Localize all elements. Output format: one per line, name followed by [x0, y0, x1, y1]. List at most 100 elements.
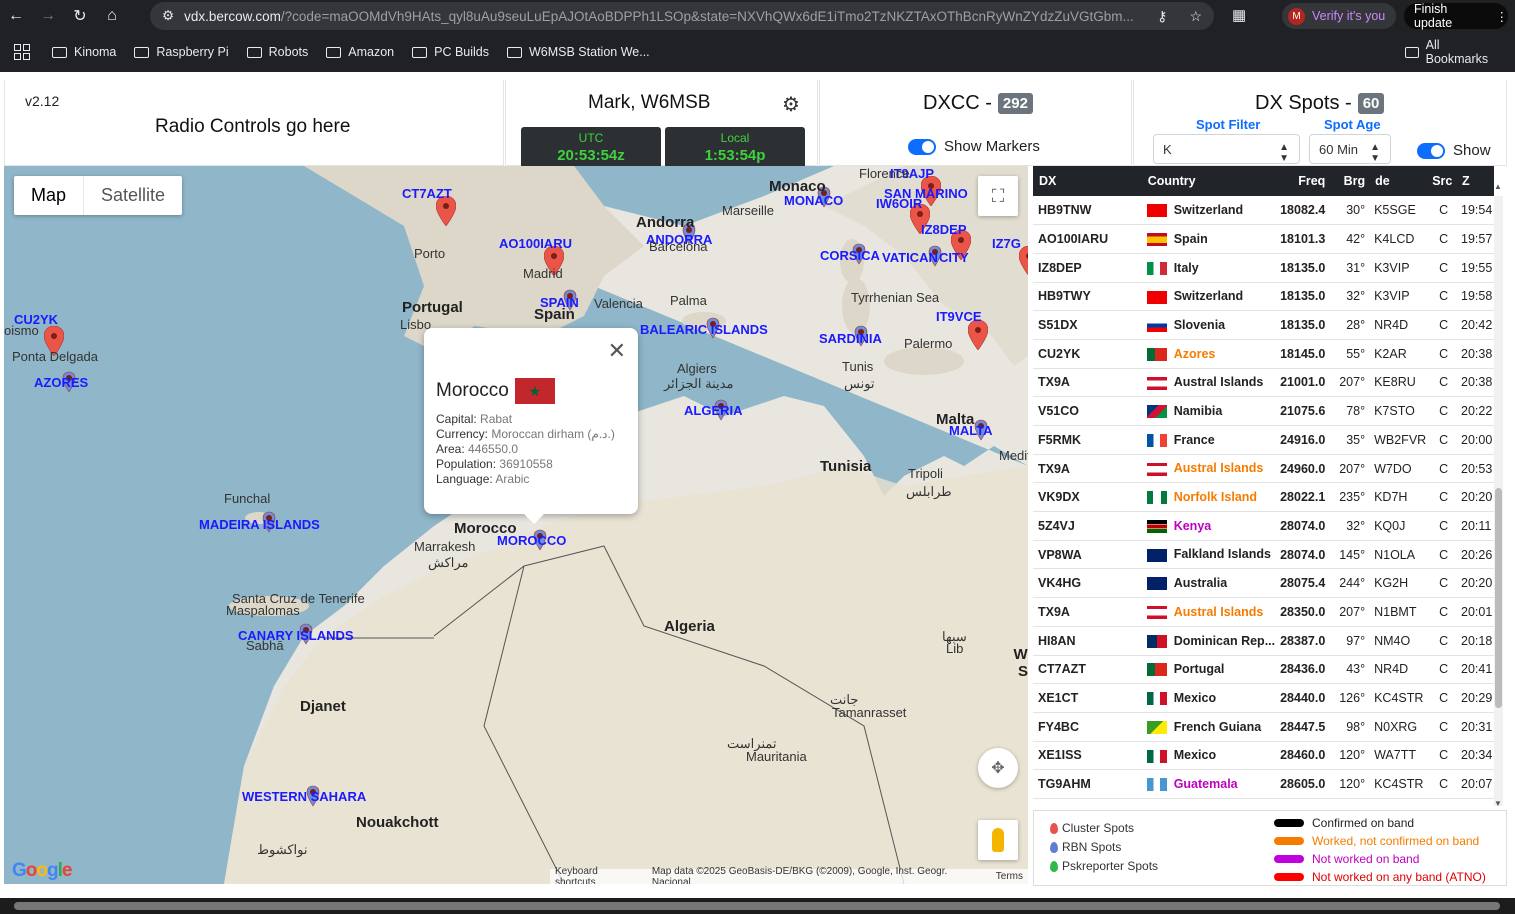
map-pin-label[interactable]: CITY [939, 250, 969, 265]
gear-icon[interactable]: ⚙ [782, 92, 800, 117]
dxcc-label: DXCC - [923, 92, 992, 114]
table-row[interactable]: V51CO Namibia 21075.6 78° K7STO C 20:22 [1033, 396, 1494, 426]
na-flag-icon [1146, 405, 1167, 419]
spot-age-select[interactable]: 60 Min ▲ ▼ [1309, 134, 1391, 164]
table-row[interactable]: VK9DX Norfolk Island 28022.1 235° KD7H C 20:20 [1033, 482, 1494, 513]
extensions-icon[interactable]: ▦ [1232, 6, 1246, 24]
table-row[interactable]: CU2YK Azores 18145.0 55° K2AR C 20:38 [1033, 339, 1494, 369]
map-pin-label[interactable]: WESTERN SAHARA [242, 789, 366, 804]
cluster-pin-icon[interactable] [968, 320, 988, 350]
close-icon[interactable]: ✕ [608, 338, 626, 364]
map-pin-label[interactable]: VATICAN [882, 250, 938, 265]
table-row[interactable]: HI8AN Dominican Rep... 28387.0 97° NM4O C 20:1… [1033, 626, 1494, 656]
map-pin-label[interactable]: AZORES [34, 375, 88, 390]
column-header-de[interactable]: de [1369, 166, 1427, 196]
map-pin-label[interactable]: SARDINIA [819, 331, 882, 346]
table-row[interactable]: IZ8DEP Italy 18135.0 31° K3VIP C 19:55 [1033, 253, 1494, 283]
table-row[interactable]: HB9TNW Switzerland 18082.4 30° K5SGE C 19:54 [1033, 196, 1494, 226]
finish-update-button[interactable]: Finish update ⋮ [1404, 2, 1509, 30]
table-row[interactable]: S51DX Slovenia 18135.0 28° NR4D C 20:42 [1033, 310, 1494, 340]
map-pin-label[interactable]: IZ8DEP [921, 222, 967, 237]
terms-link[interactable]: Terms [996, 871, 1023, 882]
country-cell: Mexico [1141, 683, 1276, 713]
spotter: KE8RU [1369, 368, 1427, 398]
home-icon[interactable]: ⌂ [96, 0, 128, 32]
table-row[interactable]: FY4BC French Guiana 28447.5 98° N0XRG C 20:31 [1033, 712, 1494, 742]
map-place-label: Florence [859, 166, 910, 181]
table-row[interactable]: HB9TWY Switzerland 18135.0 32° K3VIP C 19:58 [1033, 282, 1494, 312]
column-header-country[interactable]: Country [1141, 166, 1276, 196]
spots-scrollbar[interactable]: ▲ ▼ [1494, 182, 1503, 808]
table-row[interactable]: TX9A Austral Islands 21001.0 207° KE8RU C 20:3… [1033, 368, 1494, 398]
all-bookmarks[interactable]: All Bookmarks [1405, 38, 1497, 66]
spot-filter-select[interactable]: K ▲ ▼ [1153, 134, 1300, 164]
map[interactable]: Map Satellite ⛶ ✥ Google Keyboard shortc… [4, 166, 1028, 884]
fullscreen-icon[interactable]: ⛶ [978, 176, 1018, 216]
reload-icon[interactable]: ↻ [64, 0, 96, 32]
table-row[interactable]: XE1ISS Mexico 28460.0 120° WA7TT C 20:34 [1033, 741, 1494, 771]
map-place-label: Valencia [594, 296, 643, 311]
address-bar[interactable]: ⚙ vdx.bercow.com /?code=maOOMdVh9HAts_qy… [150, 2, 1214, 30]
country-name: Azores [1173, 346, 1216, 361]
column-header-src[interactable]: Src [1426, 166, 1457, 196]
country-info-popup: ✕ Morocco ★ Capital: Rabat Currency: Mor… [424, 328, 638, 524]
street-view-pegman-icon[interactable] [978, 820, 1018, 860]
scroll-thumb[interactable] [1495, 488, 1502, 708]
bookmark-robots[interactable]: Robots [246, 45, 308, 59]
table-row[interactable]: XE1CT Mexico 28440.0 126° KC4STR C 20:29 [1033, 683, 1494, 713]
map-pin-label[interactable]: MADEIRA ISLANDS [199, 517, 320, 532]
camera-control-icon[interactable]: ✥ [978, 748, 1018, 788]
map-attribution: Keyboard shortcuts Map data ©2025 GeoBas… [550, 866, 1028, 885]
bookmark-raspberry-pi[interactable]: Raspberry Pi [134, 45, 229, 59]
bookmark-label: Raspberry Pi [156, 45, 229, 59]
table-row[interactable]: TX9A Austral Islands 24960.0 207° W7DO C 20:53 [1033, 454, 1494, 484]
table-row[interactable]: AO100IARU Spain 18101.3 42° K4LCD C 19:57 [1033, 224, 1494, 254]
map-button[interactable]: Map [14, 176, 85, 215]
keyboard-shortcuts-link[interactable]: Keyboard shortcuts [555, 866, 640, 885]
dx-callsign: IZ8DEP [1033, 253, 1142, 283]
table-row[interactable]: VP8WA Falkland Islands 28074.0 145° N1OLA C 20… [1033, 540, 1494, 570]
column-header-z[interactable]: Z [1456, 166, 1494, 196]
scroll-thumb[interactable] [14, 902, 1500, 910]
table-row[interactable]: TG9AHM Guatemala 28605.0 120° KC4STR C 20:07 [1033, 769, 1494, 799]
scroll-down-icon[interactable]: ▼ [1494, 799, 1502, 808]
star-icon[interactable]: ☆ [1189, 8, 1202, 25]
column-header-freq[interactable]: Freq [1275, 166, 1330, 196]
column-header-brg[interactable]: Brg [1329, 166, 1370, 196]
key-icon[interactable]: ⚷ [1157, 8, 1167, 25]
bookmark-amazon[interactable]: Amazon [326, 45, 394, 59]
map-pin-label[interactable]: AO100IARU [499, 236, 572, 251]
toggle-switch[interactable] [1417, 142, 1445, 159]
forward-icon[interactable]: → [32, 0, 64, 32]
legend-cluster: Cluster Spots [1062, 821, 1135, 835]
back-icon[interactable]: ← [0, 0, 32, 32]
bookmark-kinoma[interactable]: Kinoma [52, 45, 116, 59]
show-markers-toggle[interactable]: Show Markers [908, 138, 1040, 155]
profile-verify-button[interactable]: M Verify it's you [1282, 3, 1396, 29]
bookmark-pc-builds[interactable]: PC Builds [412, 45, 489, 59]
table-row[interactable]: 5Z4VJ Kenya 28074.0 32° KQ0J C 20:11 [1033, 511, 1494, 541]
table-row[interactable]: TX9A Austral Islands 28350.0 207° N1BMT C 20:0… [1033, 597, 1494, 627]
satellite-button[interactable]: Satellite [84, 176, 182, 215]
map-pin-label[interactable]: MONACO [784, 193, 843, 208]
scroll-up-icon[interactable]: ▲ [1494, 182, 1502, 191]
map-pin-label[interactable]: CT7AZT [402, 186, 452, 201]
map-pin-label[interactable]: IT9VCE [936, 309, 982, 324]
table-row[interactable]: VK4HG Australia 28075.4 244° KG2H C 20:20 [1033, 568, 1494, 599]
toggle-switch[interactable] [908, 138, 936, 155]
apps-grid-icon[interactable] [14, 44, 30, 60]
map-pin-label[interactable]: IW6OIR [876, 196, 922, 211]
map-pin-label[interactable]: CORSICA [820, 248, 880, 263]
bookmark-station[interactable]: W6MSB Station We... [507, 45, 650, 59]
column-header-dx[interactable]: DX [1033, 166, 1142, 196]
more-menu-icon[interactable]: ⋮ [1496, 9, 1509, 24]
table-row[interactable]: CT7AZT Portugal 28436.0 43° NR4D C 20:41 [1033, 655, 1494, 685]
dx-callsign: TX9A [1033, 368, 1142, 398]
map-pin-label[interactable]: IZ7G [992, 236, 1021, 251]
site-info-icon[interactable]: ⚙ [162, 8, 174, 24]
map-pin-label[interactable]: BALEARIC ISLANDS [640, 322, 768, 337]
horizontal-scrollbar[interactable] [0, 898, 1515, 914]
show-spots-toggle[interactable]: Show [1417, 142, 1491, 159]
map-pin-label[interactable]: ALGERIA [684, 403, 743, 418]
table-row[interactable]: F5RMK France 24916.0 35° WB2FVR C 20:00 [1033, 425, 1494, 455]
